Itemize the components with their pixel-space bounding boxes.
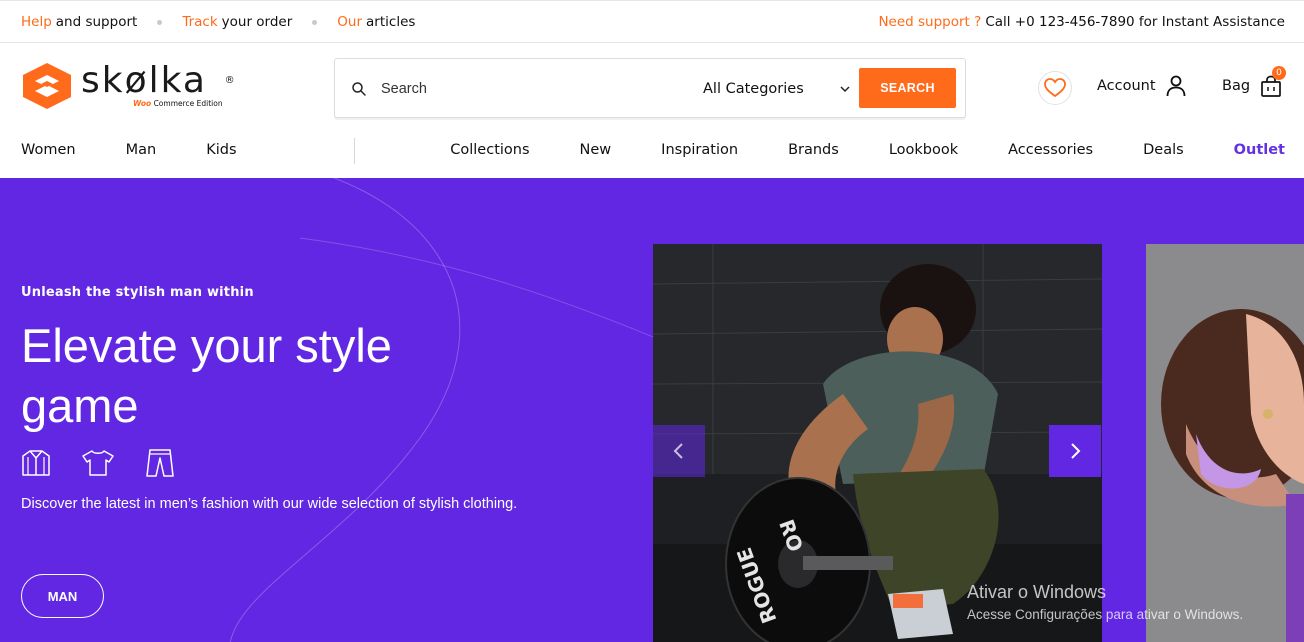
search-icon xyxy=(352,82,366,96)
articles-link[interactable]: Our articles xyxy=(337,14,415,30)
nav-item-deals[interactable]: Deals xyxy=(1143,142,1184,158)
chevron-left-icon xyxy=(673,443,683,459)
nav-item-brands[interactable]: Brands xyxy=(788,142,839,158)
account-label: Account xyxy=(1097,78,1156,94)
bag-button[interactable]: Bag 0 xyxy=(1222,66,1286,97)
category-select[interactable]: All Categories xyxy=(703,77,850,101)
bag-label: Bag xyxy=(1222,78,1251,94)
nav-primary: Women Man Kids xyxy=(21,127,287,172)
help-accent: Help xyxy=(21,14,52,30)
watermark-title: Ativar o Windows xyxy=(967,582,1107,602)
search-input[interactable] xyxy=(381,77,681,101)
logo-text: skølka ® Woo Commerce Edition xyxy=(81,60,235,109)
registered-mark: ® xyxy=(224,75,235,86)
nav-item-collections[interactable]: Collections xyxy=(450,142,529,158)
chevron-right-icon xyxy=(1071,443,1081,459)
watermark-subtitle: Acesse Configurações para ativar o Windo… xyxy=(967,607,1244,622)
top-bar: Help and support Track your order Our ar… xyxy=(0,0,1304,43)
hero-banner: Unleash the stylish man within Elevate y… xyxy=(0,178,1304,642)
category-label: All Categories xyxy=(703,81,804,97)
shop-man-button[interactable]: MAN xyxy=(21,574,104,618)
search-button[interactable]: SEARCH xyxy=(859,68,956,108)
logo-word: skølka ® xyxy=(81,60,235,101)
support-phone[interactable]: Call +0 123-456-7890 for Instant Assista… xyxy=(985,14,1285,30)
heart-icon xyxy=(1044,78,1066,98)
nav-item-new[interactable]: New xyxy=(580,142,612,158)
nav-item-lookbook[interactable]: Lookbook xyxy=(889,142,958,158)
track-text: your order xyxy=(221,14,293,30)
logo-mark-icon xyxy=(23,63,71,109)
windows-activation-watermark: Ativar o Windows Acesse Configurações pa… xyxy=(967,582,1243,622)
category-icons xyxy=(21,448,175,478)
wishlist-button[interactable] xyxy=(1038,71,1072,105)
shirt-icon xyxy=(22,450,50,476)
slider-next-button[interactable] xyxy=(1049,425,1101,477)
divider-dot xyxy=(157,19,163,25)
support-info: Need support ? Call +0 123-456-7890 for … xyxy=(878,1,1285,43)
nav-item-inspiration[interactable]: Inspiration xyxy=(661,142,738,158)
nav-item-man[interactable]: Man xyxy=(126,142,157,158)
top-links: Help and support Track your order Our ar… xyxy=(21,1,415,43)
articles-text: articles xyxy=(366,14,416,30)
search-bar: All Categories SEARCH xyxy=(334,58,966,118)
header: skølka® Woo Commerce Edition All Categor… xyxy=(0,43,1304,127)
articles-accent: Our xyxy=(337,14,363,30)
nav-item-accessories[interactable]: Accessories xyxy=(1008,142,1093,158)
hero-tagline: Unleash the stylish man within xyxy=(21,285,254,300)
tshirt-icon xyxy=(82,450,114,476)
slider-prev-button[interactable] xyxy=(653,425,705,477)
bag-count-badge: 0 xyxy=(1272,66,1286,80)
hero-description: Discover the latest in men’s fashion wit… xyxy=(21,496,518,512)
chevron-down-icon xyxy=(840,86,850,93)
logo[interactable]: skølka ® Woo Commerce Edition xyxy=(21,60,235,111)
track-order-link[interactable]: Track your order xyxy=(182,14,292,30)
account-button[interactable]: Account xyxy=(1097,75,1186,97)
help-support-link[interactable]: Help and support xyxy=(21,14,137,30)
nav-divider xyxy=(354,138,355,164)
support-accent: Need support ? xyxy=(878,14,982,30)
user-icon xyxy=(1166,75,1185,97)
pants-icon xyxy=(146,449,174,477)
track-accent: Track xyxy=(182,14,218,30)
main-nav: Women Man Kids Collections New Inspirati… xyxy=(0,127,1304,178)
divider-dot xyxy=(312,19,318,25)
nav-item-kids[interactable]: Kids xyxy=(206,142,236,158)
nav-secondary: Collections New Inspiration Brands Lookb… xyxy=(400,127,1285,172)
nav-item-women[interactable]: Women xyxy=(21,142,76,158)
help-text: and support xyxy=(55,14,138,30)
hero-title: Elevate your style game xyxy=(21,319,392,432)
nav-item-outlet[interactable]: Outlet xyxy=(1234,142,1285,158)
